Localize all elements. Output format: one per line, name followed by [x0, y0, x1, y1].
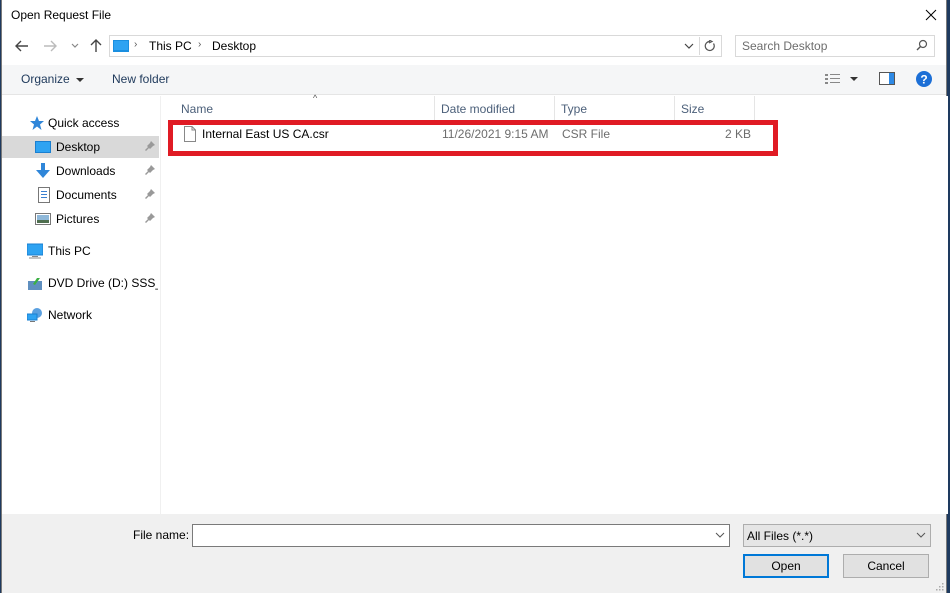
- pictures-icon: [35, 213, 51, 225]
- view-list-icon: [825, 74, 858, 84]
- dvd-drive-icon: [28, 278, 42, 290]
- help-icon: ?: [916, 71, 932, 87]
- open-button[interactable]: Open: [743, 554, 829, 578]
- new-folder-button[interactable]: New folder: [112, 72, 169, 86]
- sidebar-label: DVD Drive (D:) SSS_X6: [48, 276, 158, 290]
- refresh-button[interactable]: [699, 37, 719, 55]
- preview-pane-icon: [879, 72, 895, 85]
- pin-icon: [145, 213, 155, 223]
- sidebar-label: This PC: [48, 244, 91, 258]
- resize-grip-icon[interactable]: [934, 581, 944, 591]
- sidebar-label: Quick access: [48, 116, 120, 130]
- pin-icon: [145, 189, 155, 199]
- refresh-icon: [704, 40, 715, 52]
- search-box[interactable]: [735, 35, 935, 57]
- file-type: CSR File: [562, 127, 611, 141]
- file-row[interactable]: Internal East US CA.csr 11/26/2021 9:15 …: [172, 123, 772, 145]
- column-header-type[interactable]: Type: [555, 96, 675, 120]
- column-header-size[interactable]: Size: [675, 96, 755, 120]
- address-dropdown-button[interactable]: [681, 38, 697, 54]
- sidebar-label: Desktop: [56, 140, 101, 154]
- desktop-icon: [35, 141, 51, 153]
- download-icon: [36, 163, 50, 178]
- address-bar[interactable]: › This PC › Desktop: [109, 35, 722, 57]
- sidebar-item-desktop[interactable]: Desktop: [2, 136, 159, 158]
- sidebar-label: Documents: [56, 188, 117, 202]
- back-button[interactable]: [13, 37, 31, 55]
- sidebar-item-network[interactable]: Network: [2, 304, 159, 326]
- network-icon: [27, 308, 42, 322]
- sidebar-item-quick-access[interactable]: Quick access: [2, 112, 159, 134]
- arrow-up-icon: [90, 39, 102, 52]
- pin-icon: [145, 141, 155, 151]
- sidebar-item-pictures[interactable]: Pictures: [2, 208, 159, 230]
- preview-pane-button[interactable]: [879, 72, 895, 88]
- computer-icon: [27, 243, 43, 259]
- file-name-input[interactable]: [193, 525, 703, 546]
- dialog-footer: File name: All Files (*.*) Open Cancel: [2, 514, 946, 593]
- file-icon: [184, 126, 196, 142]
- sidebar-label: Pictures: [56, 212, 100, 226]
- cancel-button[interactable]: Cancel: [843, 554, 929, 578]
- file-size: 2 KB: [725, 127, 752, 141]
- change-view-button[interactable]: [824, 72, 860, 89]
- chevron-down-icon[interactable]: [715, 530, 725, 540]
- help-button[interactable]: ?: [916, 71, 932, 90]
- star-icon: [30, 116, 44, 130]
- sidebar-item-documents[interactable]: Documents: [2, 184, 159, 206]
- navigation-pane: Quick access Desktop Downloads Documents…: [2, 96, 161, 514]
- breadcrumb-separator: ›: [198, 39, 202, 50]
- file-type-value: All Files (*.*): [747, 529, 814, 543]
- file-name-combobox[interactable]: [192, 524, 730, 547]
- close-button[interactable]: [916, 0, 946, 30]
- sidebar-label: Network: [48, 308, 93, 322]
- command-toolbar: Organize New folder ?: [2, 65, 946, 95]
- chevron-down-icon: [684, 43, 694, 49]
- sidebar-item-dvd-drive[interactable]: DVD Drive (D:) SSS_X6: [2, 272, 159, 294]
- sidebar-item-downloads[interactable]: Downloads: [2, 160, 159, 182]
- arrow-left-icon: [15, 40, 28, 52]
- breadcrumb-separator: ›: [134, 39, 138, 50]
- arrow-right-icon: [44, 40, 57, 52]
- title-bar: Open Request File: [2, 0, 946, 30]
- organize-label: Organize: [21, 72, 70, 86]
- computer-icon: [113, 40, 129, 52]
- breadcrumb-desktop[interactable]: Desktop: [212, 39, 256, 53]
- pin-icon: [145, 165, 155, 175]
- document-icon: [38, 187, 50, 203]
- caret-down-icon: [75, 77, 84, 82]
- chevron-down-icon: [71, 43, 79, 48]
- svg-text:?: ?: [920, 73, 927, 87]
- dialog-title: Open Request File: [11, 8, 112, 22]
- chevron-down-icon: [916, 532, 926, 538]
- sort-ascending-icon: ^: [313, 93, 318, 103]
- search-input[interactable]: [742, 38, 912, 54]
- sidebar-item-this-pc[interactable]: This PC: [2, 240, 159, 262]
- search-icon: [916, 39, 928, 51]
- column-header-name[interactable]: Name ^: [175, 93, 435, 120]
- close-icon: [925, 9, 937, 21]
- file-list: Name ^ Date modified Type Size Internal …: [162, 93, 948, 514]
- file-type-select[interactable]: All Files (*.*): [743, 524, 931, 547]
- file-date-modified: 11/26/2021 9:15 AM: [442, 127, 549, 141]
- open-file-dialog: Open Request File › This PC › Desktop Se…: [1, 0, 948, 593]
- forward-button[interactable]: [41, 37, 59, 55]
- up-button[interactable]: [87, 37, 105, 55]
- breadcrumb-this-pc[interactable]: This PC: [149, 39, 192, 53]
- column-header-date-modified[interactable]: Date modified: [435, 96, 555, 120]
- navigation-bar: › This PC › Desktop: [2, 33, 946, 61]
- file-name: Internal East US CA.csr: [202, 127, 329, 141]
- sidebar-label: Downloads: [56, 164, 116, 178]
- file-name-label: File name:: [133, 528, 190, 542]
- organize-button[interactable]: Organize: [21, 72, 84, 86]
- recent-locations-button[interactable]: [66, 37, 84, 55]
